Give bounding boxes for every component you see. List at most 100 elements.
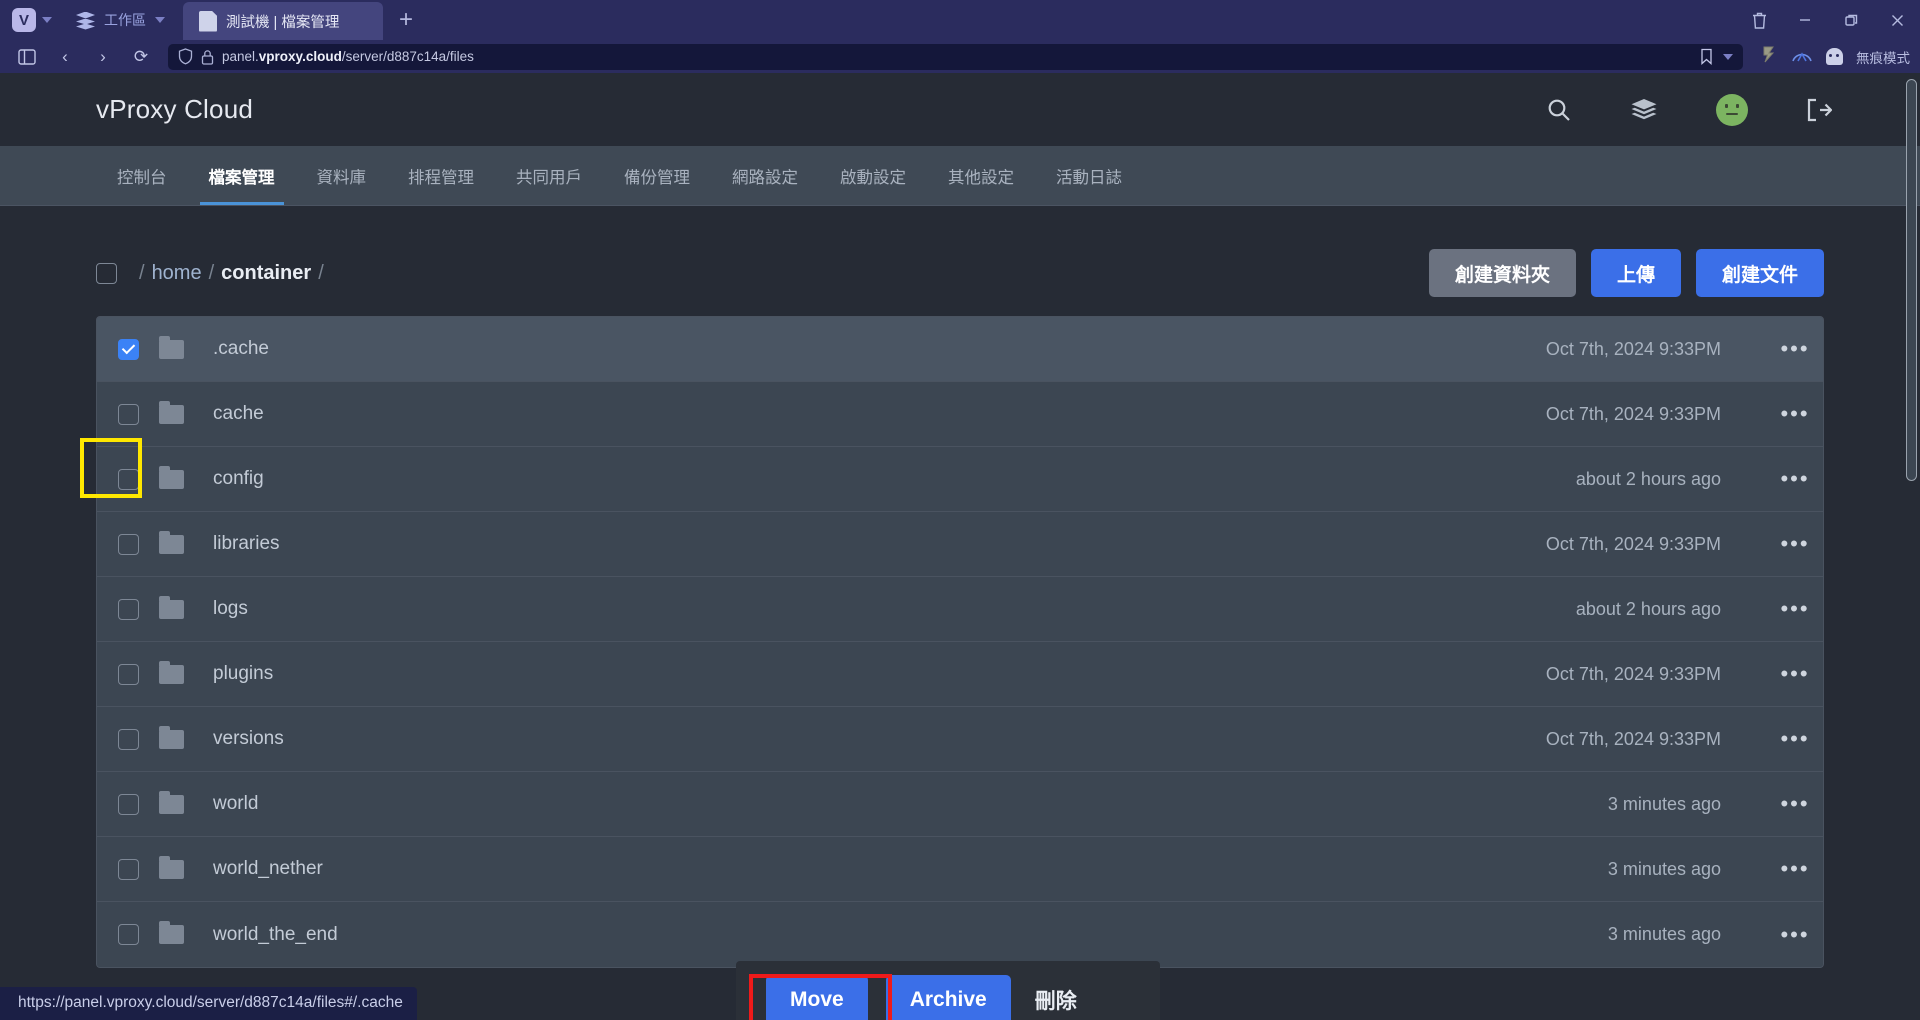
row-checkbox-cell[interactable]: [97, 338, 159, 360]
row-menu-icon[interactable]: •••: [1767, 856, 1823, 882]
table-row[interactable]: plugins Oct 7th, 2024 9:33PM •••: [97, 642, 1823, 707]
row-checkbox[interactable]: [117, 793, 139, 815]
avatar[interactable]: [1716, 93, 1748, 126]
file-name[interactable]: plugins: [213, 663, 273, 685]
file-name[interactable]: config: [213, 468, 264, 490]
breadcrumb-home[interactable]: home: [152, 262, 202, 285]
table-row[interactable]: cache Oct 7th, 2024 9:33PM •••: [97, 382, 1823, 447]
tab-other-settings[interactable]: 其他設定: [927, 146, 1035, 205]
table-row[interactable]: .cache Oct 7th, 2024 9:33PM •••: [97, 317, 1823, 382]
reload-button[interactable]: ⟳: [124, 44, 158, 70]
file-name[interactable]: logs: [213, 598, 248, 620]
scrollbar-thumb[interactable]: [1906, 79, 1917, 481]
row-menu-icon[interactable]: •••: [1767, 726, 1823, 752]
file-name[interactable]: libraries: [213, 533, 280, 555]
layers-icon[interactable]: [1630, 98, 1658, 122]
browser-tab[interactable]: 測試機 | 檔案管理: [183, 2, 383, 40]
trash-icon[interactable]: [1736, 0, 1782, 40]
row-menu-icon[interactable]: •••: [1767, 922, 1823, 948]
back-button[interactable]: ‹: [48, 44, 82, 70]
row-checkbox[interactable]: [117, 663, 139, 685]
row-menu-icon[interactable]: •••: [1767, 466, 1823, 492]
breadcrumb-separator: /: [208, 261, 215, 284]
row-checkbox[interactable]: [117, 403, 139, 425]
table-row[interactable]: world_the_end 3 minutes ago •••: [97, 902, 1823, 967]
file-name[interactable]: cache: [213, 403, 264, 425]
row-checkbox-cell[interactable]: [97, 663, 159, 685]
row-checkbox-cell[interactable]: [97, 598, 159, 620]
new-tab-button[interactable]: +: [383, 0, 429, 40]
row-checkbox[interactable]: [117, 468, 139, 490]
logout-icon[interactable]: [1806, 98, 1832, 122]
table-row[interactable]: world 3 minutes ago •••: [97, 772, 1823, 837]
row-checkbox[interactable]: [117, 338, 139, 360]
bookmark-icon[interactable]: [1699, 48, 1714, 65]
file-name[interactable]: world_nether: [213, 858, 323, 880]
row-checkbox-cell[interactable]: [97, 793, 159, 815]
chevron-down-icon[interactable]: [42, 17, 52, 23]
close-button[interactable]: [1874, 0, 1920, 40]
breadcrumb-current[interactable]: container: [221, 262, 311, 285]
archive-button[interactable]: Archive: [885, 975, 1011, 1020]
tab-backup[interactable]: 備份管理: [603, 146, 711, 205]
tab-shared-users[interactable]: 共同用戶: [495, 146, 603, 205]
table-row[interactable]: world_nether 3 minutes ago •••: [97, 837, 1823, 902]
row-menu-icon[interactable]: •••: [1767, 336, 1823, 362]
row-checkbox-cell[interactable]: [97, 533, 159, 555]
shield-icon: [178, 48, 193, 65]
toolbar-actions: 創建資料夾 上傳 創建文件: [1428, 249, 1824, 297]
table-row[interactable]: logs about 2 hours ago •••: [97, 577, 1823, 642]
create-folder-button[interactable]: 創建資料夾: [1428, 249, 1576, 297]
tab-file-manager[interactable]: 檔案管理: [188, 146, 296, 205]
vivaldi-menu-button[interactable]: V: [0, 0, 62, 40]
row-menu-icon[interactable]: •••: [1767, 661, 1823, 687]
tab-control-panel[interactable]: 控制台: [96, 146, 188, 205]
bulk-action-bar: Move Archive 刪除: [736, 961, 1160, 1020]
tab-schedule[interactable]: 排程管理: [387, 146, 495, 205]
file-name[interactable]: world_the_end: [213, 924, 338, 946]
file-name[interactable]: world: [213, 793, 258, 815]
row-checkbox[interactable]: [117, 728, 139, 750]
select-all-checkbox[interactable]: [96, 262, 117, 284]
table-row[interactable]: libraries Oct 7th, 2024 9:33PM •••: [97, 512, 1823, 577]
url-input[interactable]: panel.vproxy.cloud/server/d887c14a/files: [168, 43, 1743, 70]
row-checkbox[interactable]: [117, 924, 139, 945]
forward-button[interactable]: ›: [86, 44, 120, 70]
chevron-down-icon[interactable]: [155, 17, 165, 23]
tab-activity-log[interactable]: 活動日誌: [1035, 146, 1143, 205]
row-checkbox-cell[interactable]: [97, 858, 159, 880]
table-row[interactable]: config about 2 hours ago •••: [97, 447, 1823, 512]
create-file-button[interactable]: 創建文件: [1695, 249, 1824, 297]
delete-button[interactable]: 刪除: [1029, 985, 1077, 1015]
lock-icon: [201, 49, 214, 65]
row-menu-icon[interactable]: •••: [1767, 791, 1823, 817]
row-checkbox[interactable]: [117, 858, 139, 880]
row-checkbox-cell[interactable]: [97, 468, 159, 490]
row-checkbox-cell[interactable]: [97, 924, 159, 945]
panel-toggle-icon[interactable]: [10, 44, 44, 70]
table-row[interactable]: versions Oct 7th, 2024 9:33PM •••: [97, 707, 1823, 772]
row-menu-icon[interactable]: •••: [1767, 531, 1823, 557]
row-menu-icon[interactable]: •••: [1767, 596, 1823, 622]
row-checkbox[interactable]: [117, 533, 139, 555]
row-checkbox-cell[interactable]: [97, 728, 159, 750]
maximize-button[interactable]: [1828, 0, 1874, 40]
minimize-button[interactable]: [1782, 0, 1828, 40]
workspace-selector[interactable]: 工作區: [62, 0, 179, 40]
chevron-down-icon[interactable]: [1723, 53, 1733, 60]
row-checkbox-cell[interactable]: [97, 403, 159, 425]
row-menu-icon[interactable]: •••: [1767, 401, 1823, 427]
row-checkbox[interactable]: [117, 598, 139, 620]
vivaldi-logo-icon[interactable]: V: [12, 8, 36, 32]
search-icon[interactable]: [1546, 97, 1572, 123]
file-name[interactable]: versions: [213, 728, 284, 750]
extension-icon-nordvpn[interactable]: [1791, 45, 1813, 69]
tab-startup[interactable]: 啟動設定: [819, 146, 927, 205]
extension-icon-1[interactable]: [1759, 45, 1778, 69]
folder-icon: [159, 790, 184, 814]
file-name[interactable]: .cache: [213, 338, 269, 360]
move-button[interactable]: Move: [766, 975, 868, 1020]
upload-button[interactable]: 上傳: [1590, 249, 1681, 297]
tab-network[interactable]: 網路設定: [711, 146, 819, 205]
tab-database[interactable]: 資料庫: [296, 146, 388, 205]
